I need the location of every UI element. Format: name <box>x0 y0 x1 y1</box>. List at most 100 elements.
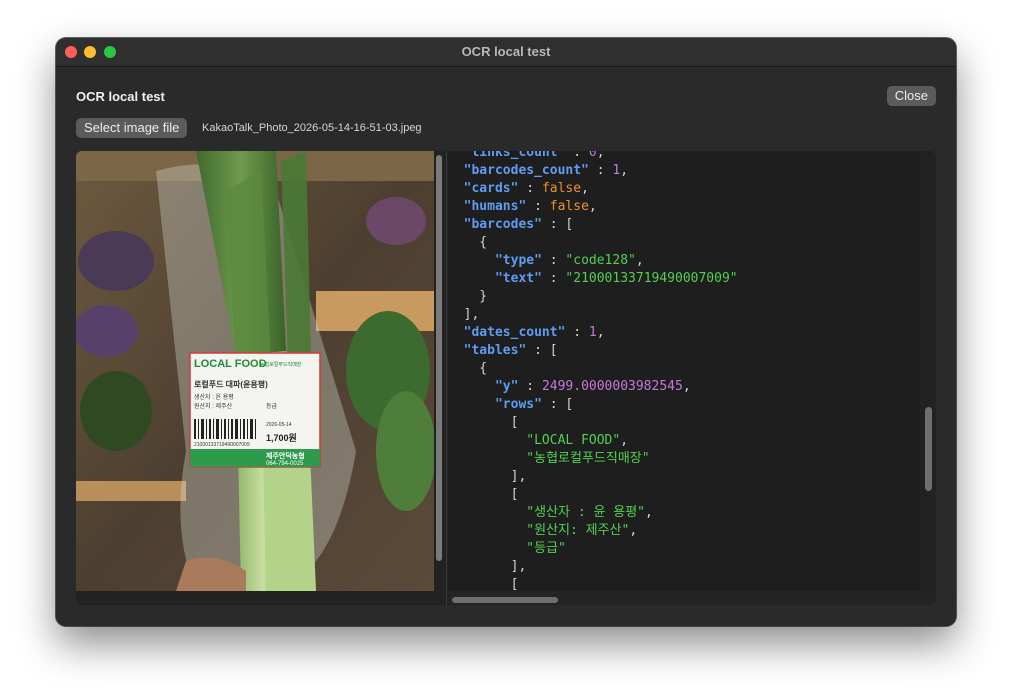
image-preview: LOCAL FOOD 농협로컬푸드직매장 로컬푸드 대파(윤용평) 생산자 : … <box>76 151 434 591</box>
json-vertical-scrollbar[interactable] <box>925 407 932 491</box>
label-price: 1,700원 <box>266 432 297 443</box>
selected-filename: KakaoTalk_Photo_2026-05-14-16-51-03.jpeg <box>202 122 422 134</box>
json-token: false <box>541 181 582 196</box>
json-token: "21000133719490007009" <box>565 271 738 286</box>
json-token: ], <box>448 559 527 574</box>
json-line: ], <box>448 306 738 324</box>
close-button[interactable]: Close <box>886 86 936 106</box>
json-line: "등급" <box>448 540 738 558</box>
json-line: "cards" : false, <box>448 180 738 198</box>
json-line: "y" : 2499.0000003982545, <box>448 378 738 396</box>
json-token: "links_count" <box>463 151 566 160</box>
json-token: : <box>565 325 589 340</box>
json-line: "dates_count" : 1, <box>448 324 738 342</box>
json-token: , <box>596 151 605 160</box>
json-token: , <box>620 433 629 448</box>
label-product: 로컬푸드 대파(윤용평) <box>194 379 268 389</box>
json-token: "tables" <box>463 343 527 358</box>
json-line: "LOCAL FOOD", <box>448 432 738 450</box>
json-line: { <box>448 234 738 252</box>
json-token: ], <box>448 307 480 322</box>
json-line: "농협로컬푸드직매장" <box>448 450 738 468</box>
json-line: [ <box>448 414 738 432</box>
json-token: { <box>448 361 488 376</box>
json-token: } <box>448 289 488 304</box>
json-token: false <box>549 199 589 214</box>
json-token: , <box>620 163 629 178</box>
json-line: "barcodes_count" : 1, <box>448 162 738 180</box>
label-barcode-number: 21000133719490007009 <box>194 442 250 448</box>
split-panel: LOCAL FOOD 농협로컬푸드직매장 로컬푸드 대파(윤용평) 생산자 : … <box>76 151 936 605</box>
json-line: "barcodes" : [ <box>448 216 738 234</box>
json-token: "humans" <box>463 199 527 214</box>
json-token: , <box>645 505 653 520</box>
split-divider[interactable] <box>446 151 447 605</box>
json-token: , <box>581 181 589 196</box>
label-brand: LOCAL FOOD <box>194 358 267 370</box>
json-token: : <box>541 253 566 268</box>
produce-photo: LOCAL FOOD 농협로컬푸드직매장 로컬푸드 대파(윤용평) 생산자 : … <box>76 151 434 591</box>
json-line: "rows" : [ <box>448 396 738 414</box>
json-token: : <box>541 271 566 286</box>
json-line: { <box>448 360 738 378</box>
json-token: : <box>518 379 542 394</box>
json-token: 1 <box>588 325 597 340</box>
json-token: "농협로컬푸드직매장" <box>526 451 650 466</box>
label-date: 2026-05-14 <box>266 422 292 428</box>
json-token: , <box>682 379 691 394</box>
json-token: "rows" <box>494 397 542 412</box>
json-token: : [ <box>526 343 558 358</box>
main-content: OCR local test Close Select image file K… <box>56 67 956 626</box>
json-line: [ <box>448 576 738 591</box>
json-token: "dates_count" <box>463 325 566 340</box>
product-label: LOCAL FOOD 농협로컬푸드직매장 로컬푸드 대파(윤용평) 생산자 : … <box>189 352 321 468</box>
json-horizontal-scrollbar[interactable] <box>452 597 558 603</box>
json-line: "humans" : false, <box>448 198 738 216</box>
json-token: "barcodes" <box>463 217 542 232</box>
json-token: "text" <box>494 271 542 286</box>
json-token: "code128" <box>565 253 636 268</box>
label-origin: 원산지 : 제주산 <box>194 402 233 410</box>
label-phone: 064-794-0025 <box>266 461 304 467</box>
select-image-button[interactable]: Select image file <box>76 118 188 138</box>
json-token: [ <box>448 415 519 430</box>
window-title: OCR local test <box>461 44 551 59</box>
label-producer: 생산자 : 윤 용평 <box>194 393 234 401</box>
json-output[interactable]: "links_count" : 0, "barcodes_count" : 1,… <box>448 151 920 591</box>
json-token: : <box>518 181 542 196</box>
json-token: { <box>448 235 488 250</box>
json-token: , <box>596 325 605 340</box>
json-token: "type" <box>494 253 542 268</box>
json-token: 0 <box>588 151 597 160</box>
label-grade: 등급 <box>266 403 278 410</box>
json-line: "type" : "code128", <box>448 252 738 270</box>
json-line: "text" : "21000133719490007009" <box>448 270 738 288</box>
json-token: : <box>565 151 589 160</box>
json-line: "tables" : [ <box>448 342 738 360</box>
json-token: [ <box>448 577 519 591</box>
json-token: "원산지: 제주산" <box>526 523 630 538</box>
json-token: "cards" <box>463 181 519 196</box>
title-bar[interactable]: OCR local test <box>56 38 956 67</box>
label-footer: 제주안덕농협 <box>266 451 305 460</box>
image-vertical-scrollbar[interactable] <box>436 155 442 561</box>
json-token: "y" <box>494 379 519 394</box>
json-token: : [ <box>541 217 574 232</box>
json-token: "LOCAL FOOD" <box>526 433 621 448</box>
json-line: } <box>448 288 738 306</box>
json-line: "links_count" : 0, <box>448 151 738 162</box>
json-token: "barcodes_count" <box>463 163 589 178</box>
